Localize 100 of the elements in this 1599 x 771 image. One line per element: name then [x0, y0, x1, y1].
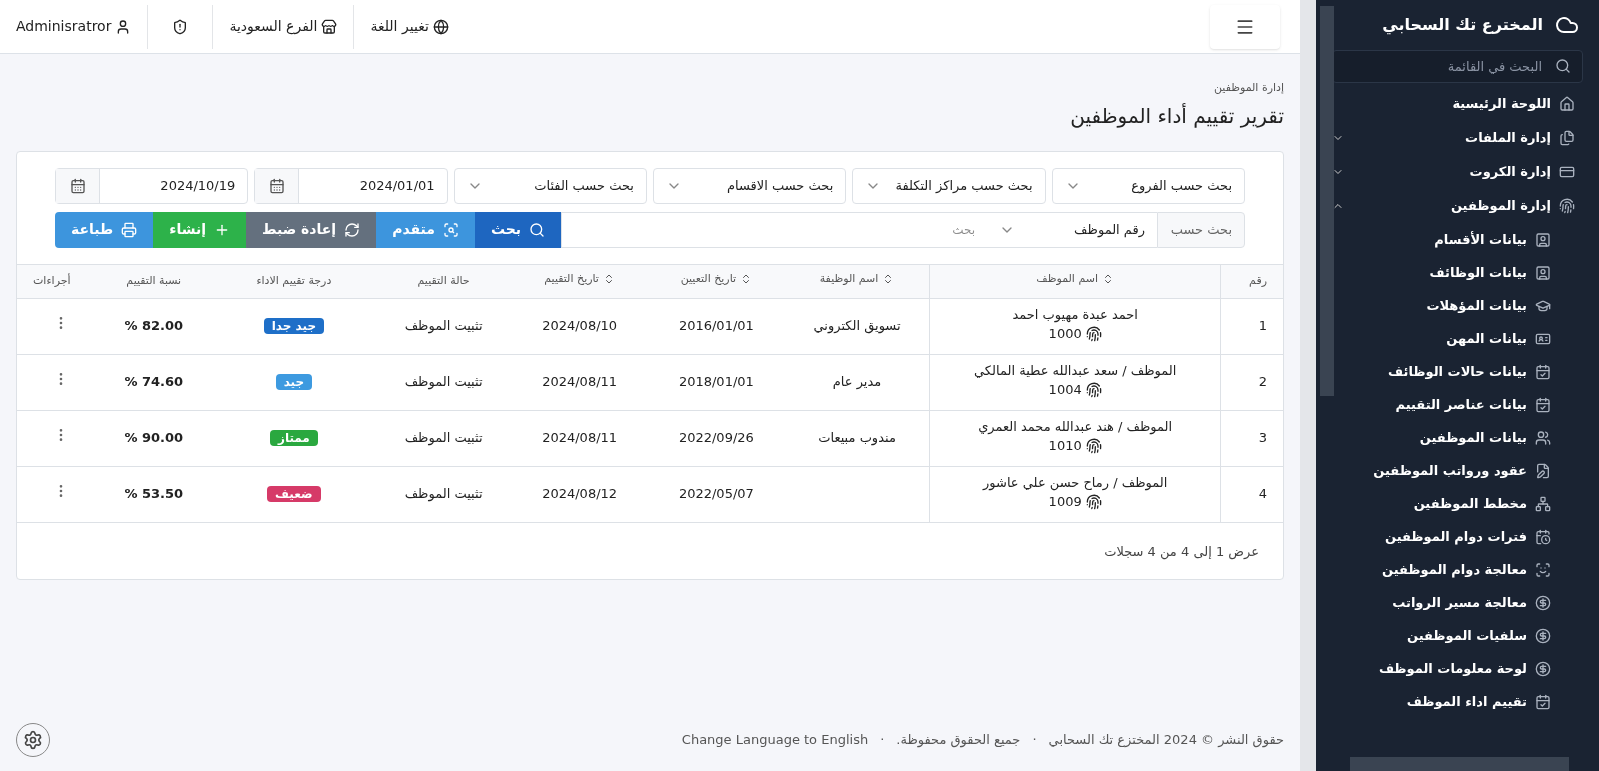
- table-cell: 2024/08/11: [511, 410, 648, 466]
- user-badge-icon: [1535, 231, 1551, 248]
- employee-code: 1009: [1048, 493, 1082, 512]
- sidebar-item[interactable]: إدارة الكروت: [1332, 155, 1575, 189]
- sidebar-subitem[interactable]: بيانات الأقسام: [1332, 223, 1575, 256]
- printer-icon: [121, 221, 138, 238]
- sidebar-item[interactable]: إدارة الموظفين: [1332, 189, 1575, 223]
- search-input[interactable]: بحث: [561, 211, 987, 248]
- network-icon: [1535, 495, 1551, 512]
- page-title: تقرير تقييم أداء الموظفين: [1069, 102, 1284, 130]
- users-icon: [1535, 429, 1551, 446]
- table-cell: 2016/01/01: [648, 298, 785, 354]
- table-cell: تسويق الكتروني: [784, 298, 930, 354]
- table-cell: مدير عام: [784, 354, 930, 410]
- filter-select[interactable]: بحث حسب مراكز التكلفة: [852, 167, 1046, 204]
- filter-select[interactable]: بحث حسب الفروع: [1051, 167, 1245, 204]
- grade-badge: ضعيف: [267, 486, 321, 503]
- search-button[interactable]: بحث: [474, 211, 562, 248]
- sidebar-subitem[interactable]: لوحة معلومات الموظف: [1332, 652, 1575, 685]
- table-cell: 2: [1220, 354, 1283, 410]
- table-cell: 90.00 %: [95, 410, 212, 466]
- calendar-icon: [69, 177, 86, 194]
- alert-icon: [172, 18, 189, 35]
- sidebar-subitem[interactable]: بيانات عناصر التقييم: [1332, 388, 1575, 421]
- refresh-icon: [344, 221, 361, 238]
- employee-name: احمد عبدة مهيوب احمد: [1011, 305, 1139, 325]
- rights-text: جميع الحقوق محفوظة.: [896, 731, 1021, 750]
- language-button[interactable]: تغيير اللغة: [353, 4, 465, 49]
- table-cell: تثبيت الموظف: [375, 410, 512, 466]
- user-button[interactable]: Adminisratror: [0, 4, 148, 49]
- sidebar-subitem[interactable]: سلفيات الموظفين: [1332, 619, 1575, 652]
- sidebar-subitem[interactable]: معالجة مسير الرواتب: [1332, 586, 1575, 619]
- table-cell: 82.00 %: [95, 298, 212, 354]
- sidebar-subitem[interactable]: بيانات الوظائف: [1332, 256, 1575, 289]
- table-cell: 2022/05/07: [648, 466, 785, 522]
- sidebar-subitem[interactable]: عقود ورواتب الموظفين: [1332, 454, 1575, 487]
- reset-button[interactable]: إعادة ضبط: [245, 211, 377, 248]
- dollar-icon: [1535, 594, 1551, 611]
- sidebar-item[interactable]: إدارة الملفات: [1332, 121, 1575, 155]
- column-header[interactable]: تاريخ التعيين: [648, 264, 785, 298]
- document-pen-icon: [1535, 462, 1551, 479]
- dollar-icon: [1535, 660, 1551, 677]
- table-cell: 4: [1220, 466, 1283, 522]
- table-cell: 53.50 %: [95, 466, 212, 522]
- date-field[interactable]: 2024/01/01: [254, 167, 448, 204]
- change-language-link[interactable]: Change Language to English: [681, 730, 869, 750]
- user-badge-icon: [1535, 264, 1551, 281]
- copyright-text: حقوق النشر © 2024 المختزع تك السحابي: [1048, 731, 1284, 750]
- menu-search-field[interactable]: البحث في القائمة: [1332, 50, 1583, 83]
- table-cell: 2024/08/10: [511, 298, 648, 354]
- sidebar-subitem[interactable]: فترات دوام الموظفين: [1332, 520, 1575, 553]
- table-cell: تثبيت الموظف: [375, 298, 512, 354]
- column-header: حالة التقييم: [375, 264, 512, 298]
- sort-icon: [1102, 273, 1114, 286]
- sidebar-subitem[interactable]: معالجة دوام الموظفين: [1332, 553, 1575, 586]
- filter-select[interactable]: بحث حسب الفئات: [453, 167, 647, 204]
- employee-code: 1000: [1048, 325, 1082, 344]
- calendar-icon: [268, 177, 285, 194]
- filter-select[interactable]: بحث حسب الاقسام: [652, 167, 847, 204]
- scrollbar[interactable]: [1320, 6, 1334, 396]
- separator: ·: [1032, 731, 1037, 750]
- records-summary: عرض 1 إلى 4 من 4 سجلات: [1104, 543, 1259, 559]
- fingerprint-icon: [1085, 381, 1102, 398]
- table-cell: 3: [1220, 410, 1283, 466]
- table-cell: 2024/08/12: [511, 466, 648, 522]
- sidebar-subitem[interactable]: بيانات حالات الوظائف: [1332, 355, 1575, 388]
- sidebar-subitem[interactable]: تقييم اداء الموظف: [1332, 685, 1575, 718]
- house-icon: [1559, 96, 1575, 112]
- column-header[interactable]: اسم الوظيفة: [784, 264, 930, 298]
- fingerprint-icon: [1085, 325, 1102, 342]
- sidebar-subitem[interactable]: مخطط الموظفين: [1332, 487, 1575, 520]
- brand-name: المخترع تك السحابي: [1382, 14, 1543, 37]
- column-header[interactable]: اسم الموظف: [929, 264, 1221, 298]
- date-field[interactable]: 2024/10/19: [55, 167, 249, 204]
- filter-search-icon: [442, 221, 459, 238]
- sidebar-subitem[interactable]: بيانات الموظفين: [1332, 421, 1575, 454]
- search-field-select[interactable]: رقم الموظف: [987, 211, 1157, 248]
- employee-name: الموظف / سعد عبدالله عطية المالكي: [973, 361, 1178, 381]
- grade-badge: جيد: [275, 374, 313, 391]
- calendar-clock-icon: [1535, 528, 1551, 545]
- table-cell: مندوب مبيعات: [784, 410, 930, 466]
- column-header: نسبة التقييم: [95, 264, 212, 298]
- sidebar-subitem[interactable]: بيانات المهن: [1332, 322, 1575, 355]
- store-icon: [321, 18, 338, 35]
- branch-button[interactable]: الفرع السعودية: [212, 4, 354, 49]
- separator: ·: [880, 731, 885, 750]
- menu-button[interactable]: [1210, 4, 1280, 49]
- table-cell: 2022/09/26: [648, 410, 785, 466]
- card-icon: [1559, 164, 1575, 180]
- column-header[interactable]: تاريخ التقييم: [511, 264, 648, 298]
- table-cell: 74.60 %: [95, 354, 212, 410]
- employee-name: الموظف / هند عبدالله محمد العمري: [977, 417, 1174, 437]
- sidebar-item[interactable]: اللوحة الرئيسية: [1332, 87, 1575, 121]
- table-cell: 2018/01/01: [648, 354, 785, 410]
- calendar-icon: [1535, 396, 1551, 413]
- sidebar-subitem[interactable]: بيانات المؤهلات: [1332, 289, 1575, 322]
- horizontal-scrollbar[interactable]: [1350, 757, 1569, 771]
- fingerprint-icon: [1085, 437, 1102, 454]
- table-cell: تثبيت الموظف: [375, 466, 512, 522]
- dollar-icon: [1535, 627, 1551, 644]
